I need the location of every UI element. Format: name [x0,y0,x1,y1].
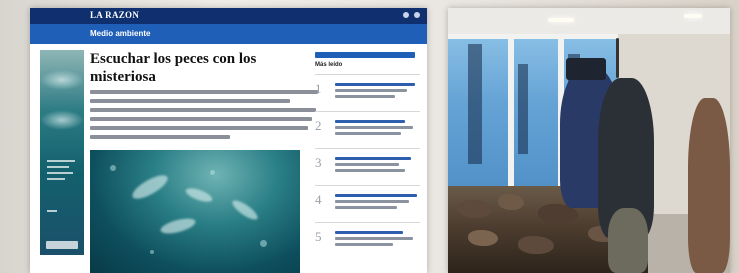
ranking-item[interactable]: 1 [315,74,420,105]
ranking-number: 1 [315,81,322,96]
video-camera [566,58,606,80]
ranking-item[interactable]: 3 [315,148,420,179]
ranking-item[interactable]: 4 [315,185,420,216]
boom-pole [616,38,619,78]
ceiling [448,8,730,34]
search-icon[interactable] [414,12,420,18]
side-advertisement[interactable] [40,50,84,255]
site-top-bar: LA RAZON [30,8,427,24]
ranking-number: 2 [315,118,322,133]
ranking-number: 4 [315,192,322,207]
ranking-header-bar [315,52,415,58]
ranking-number: 5 [315,229,322,244]
ad-logo [46,241,78,249]
article-underwater-photo[interactable] [90,150,300,273]
ceiling-light [684,14,702,18]
bystander [688,98,730,273]
crew-member-legs [608,208,648,273]
menu-icon[interactable] [403,12,409,18]
news-article-screen: LA RAZON Medio ambiente Escuchar los pec… [30,8,427,273]
ranking-number: 3 [315,155,322,170]
ranking-item[interactable]: 5 [315,222,420,253]
site-logo: LA RAZON [90,10,140,20]
article-headline[interactable]: Escuchar los peces con los misteriosa [90,50,320,86]
ranking-title: Más leído [315,62,343,68]
ranking-item[interactable]: 2 [315,111,420,142]
section-label[interactable]: Medio ambiente [90,29,150,38]
ceiling-light [548,18,574,22]
article-summary [90,90,320,144]
film-crew-photo [448,8,730,273]
